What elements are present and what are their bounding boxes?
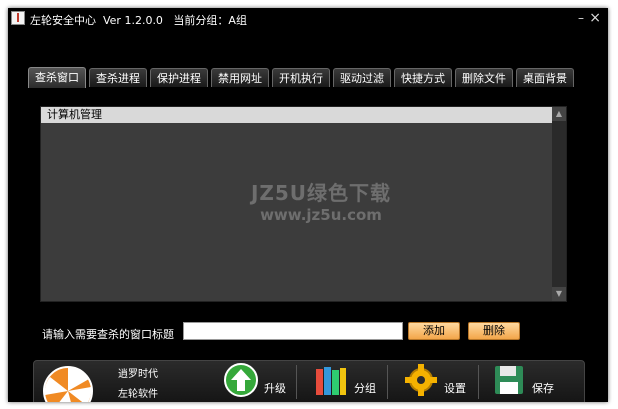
gear-icon	[405, 364, 437, 396]
brand-line1: 逍罗时代	[118, 369, 158, 380]
scroll-up-icon[interactable]: ▲	[552, 107, 566, 121]
separator	[387, 365, 388, 399]
add-button[interactable]: 添加	[408, 322, 460, 340]
window-listbox[interactable]: 计算机管理 ▲ ▼ JZ5U绿色下载 www.jz5u.com	[40, 106, 567, 302]
separator	[478, 365, 479, 399]
scroll-down-icon[interactable]: ▼	[552, 287, 566, 301]
brand-line2: 左轮软件	[118, 389, 158, 400]
save-button[interactable]: 保存	[492, 363, 562, 402]
window-title: 左轮安全中心 Ver 1.2.0.0 当前分组：A组	[30, 14, 247, 27]
tab-driver-filter[interactable]: 驱动过滤	[333, 68, 391, 87]
logo-icon	[43, 366, 93, 402]
floppy-disk-icon	[495, 366, 523, 394]
watermark-line1: JZ5U绿色下载	[250, 181, 392, 205]
delete-button[interactable]: 删除	[468, 322, 520, 340]
close-button[interactable]: ×	[589, 10, 601, 26]
list-item[interactable]: 计算机管理	[41, 107, 553, 123]
vertical-scrollbar[interactable]: ▲ ▼	[552, 107, 566, 301]
window-title-input[interactable]	[183, 322, 403, 340]
app-icon	[11, 11, 25, 25]
window-title-label: 请输入需要查杀的窗口标题	[42, 328, 174, 341]
title-bar: 左轮安全中心 Ver 1.2.0.0 当前分组：A组 – ×	[8, 8, 608, 30]
save-label: 保存	[532, 382, 554, 395]
separator	[296, 365, 297, 399]
tab-kill-process[interactable]: 查杀进程	[89, 68, 147, 87]
tab-wallpaper[interactable]: 桌面背景	[516, 68, 574, 87]
upgrade-label: 升级	[264, 382, 286, 395]
tab-shortcuts[interactable]: 快捷方式	[394, 68, 452, 87]
tab-protect-process[interactable]: 保护进程	[150, 68, 208, 87]
watermark: JZ5U绿色下载 www.jz5u.com	[221, 177, 421, 224]
tab-block-url[interactable]: 禁用网址	[211, 68, 269, 87]
watermark-line2: www.jz5u.com	[260, 206, 382, 224]
main-window: 左轮安全中心 Ver 1.2.0.0 当前分组：A组 – × 查杀窗口 查杀进程…	[8, 8, 608, 402]
tab-delete-files[interactable]: 删除文件	[455, 68, 513, 87]
bottom-toolbar: 逍罗时代 左轮软件 升级 分组 设置 保存	[33, 360, 585, 402]
group-button[interactable]: 分组	[314, 363, 384, 402]
kill-window-panel: 计算机管理 ▲ ▼ JZ5U绿色下载 www.jz5u.com 请输入需要查杀的…	[28, 88, 588, 358]
settings-label: 设置	[444, 382, 466, 395]
upgrade-arrow-icon	[224, 363, 258, 397]
tab-startup[interactable]: 开机执行	[272, 68, 330, 87]
tab-kill-window[interactable]: 查杀窗口	[28, 67, 86, 88]
minimize-button[interactable]: –	[578, 11, 584, 25]
settings-button[interactable]: 设置	[404, 363, 474, 402]
group-label: 分组	[354, 382, 376, 395]
books-icon	[316, 367, 346, 395]
upgrade-button[interactable]: 升级	[224, 363, 294, 402]
